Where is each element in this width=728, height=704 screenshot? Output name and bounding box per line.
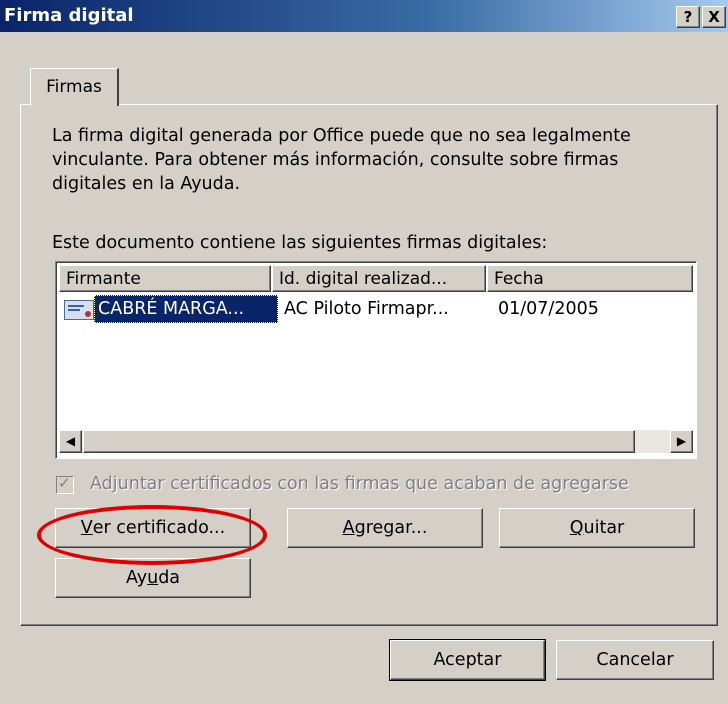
- help-button[interactable]: ?: [676, 6, 700, 28]
- attach-certificates-checkbox[interactable]: ✓: [56, 474, 74, 494]
- close-button[interactable]: X: [702, 6, 726, 28]
- cell-id-digital: AC Piloto Firmapr...: [284, 299, 449, 319]
- ayuda-button[interactable]: Ay u da: [55, 558, 251, 598]
- ver-certificado-button[interactable]: Ver certificado...: [55, 508, 251, 548]
- scroll-right-arrow-icon[interactable]: ▶: [670, 430, 693, 453]
- scroll-left-arrow-icon[interactable]: ◀: [59, 430, 82, 453]
- column-header-id-digital[interactable]: Id. digital realizad...: [272, 265, 486, 292]
- quitar-button[interactable]: Quitar: [499, 508, 695, 548]
- btn-accel: V: [80, 518, 93, 538]
- cancelar-button[interactable]: Cancelar: [556, 640, 714, 680]
- signatures-list[interactable]: Firmante Id. digital realizad... Fecha C…: [55, 261, 697, 459]
- btn-text-pre: Ay: [125, 568, 148, 588]
- scrollbar-thumb[interactable]: [83, 430, 635, 453]
- certificate-icon: [64, 300, 94, 320]
- btn-accel: A: [342, 518, 355, 538]
- btn-text-post: er certificado...: [92, 518, 226, 538]
- btn-text-post: da: [158, 568, 181, 588]
- attach-certificates-label: Adjuntar certificados con las firmas que…: [90, 474, 629, 494]
- column-header-firmante[interactable]: Firmante: [59, 265, 271, 292]
- btn-accel: Q: [569, 518, 584, 538]
- btn-text-post: gregar...: [354, 518, 428, 538]
- checkmark-icon: ✓: [58, 474, 71, 492]
- description-text: La firma digital generada por Office pue…: [52, 126, 631, 194]
- table-row[interactable]: CABRÉ MARGA... AC Piloto Firmapr... 01/0…: [62, 295, 696, 323]
- horizontal-scrollbar[interactable]: ◀ ▶: [59, 430, 693, 453]
- column-header-fecha[interactable]: Fecha: [487, 265, 693, 292]
- cell-firmante: CABRÉ MARGA...: [98, 299, 245, 319]
- agregar-button[interactable]: Agregar...: [287, 508, 483, 548]
- cell-fecha: 01/07/2005: [498, 299, 599, 319]
- list-label: Este documento contiene las siguientes f…: [52, 233, 548, 253]
- title-bar[interactable]: Firma digital ? X: [0, 0, 728, 32]
- window-title: Firma digital: [4, 5, 134, 26]
- tab-firmas[interactable]: Firmas: [30, 68, 119, 106]
- btn-accel: u: [147, 568, 159, 588]
- btn-text-post: uitar: [583, 518, 625, 538]
- aceptar-button[interactable]: Aceptar: [389, 639, 546, 681]
